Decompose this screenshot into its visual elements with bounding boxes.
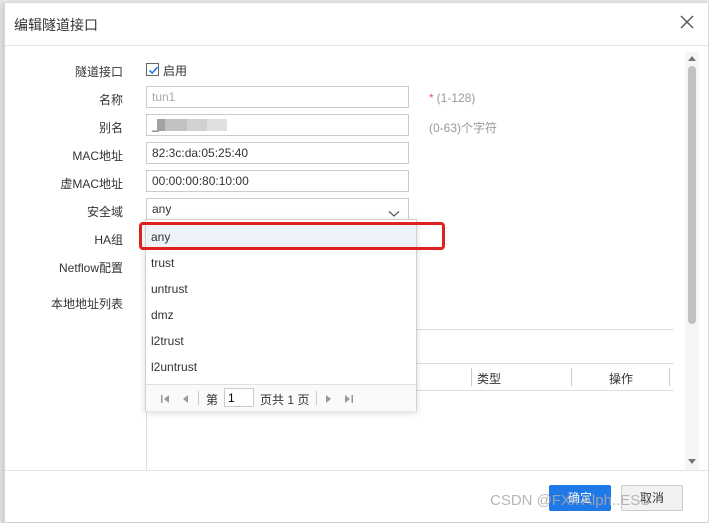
virtual-mac-input[interactable]: 00:00:00:80:10:00 xyxy=(146,170,409,192)
alias-hint: (0-63)个字符 xyxy=(429,121,498,135)
close-icon[interactable] xyxy=(678,13,696,31)
zone-option-dmz[interactable]: dmz xyxy=(146,302,416,328)
required-asterisk: * xyxy=(429,91,434,105)
zone-option-l2untrust[interactable]: l2untrust xyxy=(146,354,416,380)
next-page-icon[interactable] xyxy=(324,393,334,407)
ha-group-label: HA组 xyxy=(94,233,123,247)
watermark: CSDN @FXx Alph..ESS xyxy=(490,492,651,509)
netflow-label: Netflow配置 xyxy=(58,261,123,275)
enable-label[interactable]: 启用 xyxy=(163,62,187,79)
name-hint: * (1-128) xyxy=(429,91,475,105)
scroll-thumb[interactable] xyxy=(688,66,696,324)
security-zone-label: 安全域 xyxy=(86,205,123,219)
zone-option-l2trust[interactable]: l2trust xyxy=(146,328,416,354)
tunnel-interface-label: 隧道接口 xyxy=(74,65,123,79)
column-divider xyxy=(471,368,472,386)
security-zone-select[interactable]: any xyxy=(146,198,409,220)
alias-label: 别名 xyxy=(98,121,123,135)
zone-option-untrust[interactable]: untrust xyxy=(146,276,416,302)
scroll-down-icon[interactable] xyxy=(688,459,696,464)
column-divider xyxy=(669,368,670,386)
name-input[interactable]: tun1 xyxy=(146,86,409,108)
vertical-scrollbar[interactable] xyxy=(685,52,699,470)
pager-divider xyxy=(198,391,199,405)
local-address-list-label: 本地地址列表 xyxy=(50,297,123,311)
enable-checkbox[interactable] xyxy=(146,63,159,76)
page-total: 页共 1 页 xyxy=(260,393,310,407)
dialog-title: 编辑隧道接口 xyxy=(14,17,98,33)
zone-option-trust[interactable]: trust xyxy=(146,250,416,276)
column-header-action[interactable]: 操作 xyxy=(609,370,633,387)
page-number-input[interactable] xyxy=(224,388,254,407)
virtual-mac-label: 虚MAC地址 xyxy=(60,177,123,191)
column-divider xyxy=(571,368,572,386)
dropdown-pager: 第 页共 1 页 xyxy=(146,384,416,411)
edit-tunnel-dialog: 编辑隧道接口 隧道接口 启用 名称 tun1 * (1-128) 别名 _ (0-… xyxy=(4,2,709,522)
blurred-alias-text xyxy=(157,119,227,131)
prev-page-icon[interactable] xyxy=(180,393,190,407)
annotation-highlight-box xyxy=(139,222,445,250)
first-page-icon[interactable] xyxy=(160,393,170,407)
page-prefix: 第 xyxy=(206,393,219,407)
last-page-icon[interactable] xyxy=(344,393,354,407)
name-range-hint: (1-128) xyxy=(436,91,476,105)
alias-input[interactable]: _ xyxy=(146,114,409,136)
scroll-up-icon[interactable] xyxy=(688,56,696,61)
dialog-title-bar: 编辑隧道接口 xyxy=(5,3,708,46)
name-label: 名称 xyxy=(98,93,123,107)
security-zone-value: any xyxy=(152,202,172,216)
pager-divider xyxy=(316,391,317,405)
mac-address-input[interactable]: 82:3c:da:05:25:40 xyxy=(146,142,409,164)
mac-address-label: MAC地址 xyxy=(72,149,123,163)
column-header-type[interactable]: 类型 xyxy=(477,370,501,387)
